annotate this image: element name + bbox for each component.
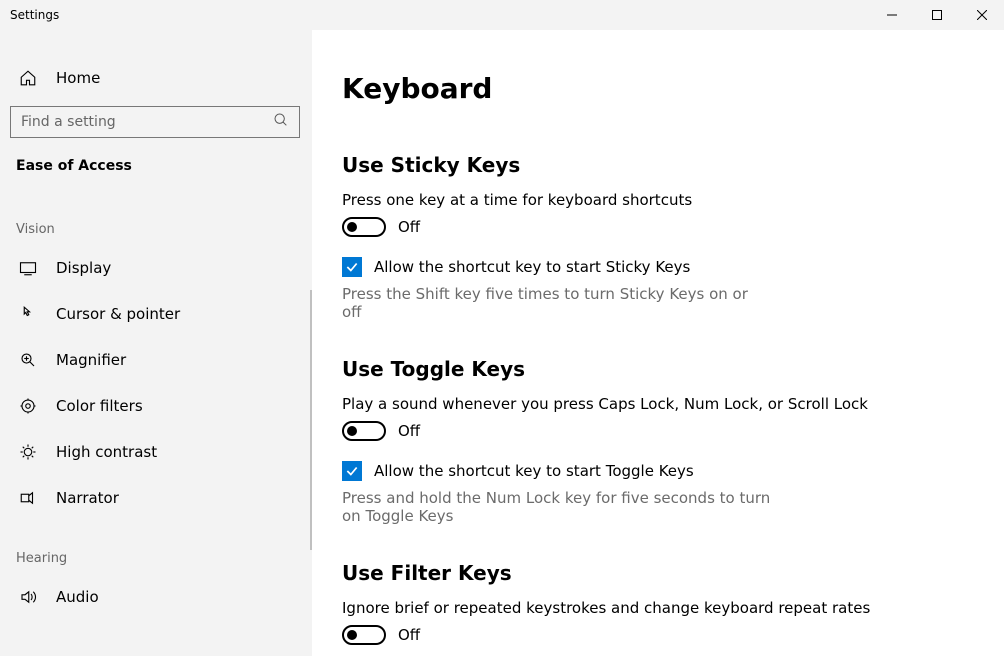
audio-icon (18, 588, 38, 606)
toggle-knob (347, 222, 357, 232)
window-title: Settings (10, 8, 59, 22)
cursor-pointer-icon (18, 305, 38, 323)
toggle-keys-heading: Use Toggle Keys (342, 357, 974, 381)
sidebar-item-narrator[interactable]: Narrator (0, 475, 312, 521)
toggle-knob (347, 426, 357, 436)
sidebar-item-label: Cursor & pointer (56, 305, 180, 323)
search-input[interactable] (21, 114, 273, 130)
minimize-icon (887, 10, 897, 20)
togglekeys-checkbox-label: Allow the shortcut key to start Toggle K… (374, 462, 694, 480)
group-hearing-label: Hearing (0, 521, 312, 574)
maximize-button[interactable] (914, 0, 959, 30)
toggle-knob (347, 630, 357, 640)
group-vision-label: Vision (0, 192, 312, 245)
display-icon (18, 259, 38, 277)
checkmark-icon (345, 260, 359, 274)
page-title: Keyboard (342, 72, 974, 105)
window-controls (869, 0, 1004, 30)
filter-keys-heading: Use Filter Keys (342, 561, 974, 585)
search-box[interactable] (10, 106, 300, 138)
sidebar-scrollbar[interactable] (310, 290, 312, 550)
sidebar-item-label: Narrator (56, 489, 119, 507)
close-icon (977, 10, 987, 20)
sidebar-item-colorfilters[interactable]: Color filters (0, 383, 312, 429)
toggle-keys-toggle[interactable] (342, 421, 386, 441)
sidebar-item-label: High contrast (56, 443, 157, 461)
sidebar-item-magnifier[interactable]: Magnifier (0, 337, 312, 383)
sidebar-item-audio[interactable]: Audio (0, 574, 312, 620)
togglekeys-toggle-state: Off (398, 422, 420, 440)
sidebar-item-cursor[interactable]: Cursor & pointer (0, 291, 312, 337)
home-nav[interactable]: Home (0, 58, 312, 98)
sidebar-item-display[interactable]: Display (0, 245, 312, 291)
content-area: Keyboard Use Sticky Keys Press one key a… (312, 30, 1004, 656)
togglekeys-hint: Press and hold the Num Lock key for five… (342, 489, 772, 525)
sidebar-item-label: Display (56, 259, 111, 277)
home-label: Home (56, 69, 100, 87)
maximize-icon (932, 10, 942, 20)
sidebar-item-label: Audio (56, 588, 99, 606)
sticky-shortcut-checkbox[interactable] (342, 257, 362, 277)
window-titlebar: Settings (0, 0, 1004, 30)
search-icon (273, 112, 289, 132)
narrator-icon (18, 489, 38, 507)
sticky-keys-heading: Use Sticky Keys (342, 153, 974, 177)
high-contrast-icon (18, 443, 38, 461)
filter-keys-toggle[interactable] (342, 625, 386, 645)
sidebar: Home Ease of Access Vision Display Curso… (0, 30, 312, 656)
sticky-hint: Press the Shift key five times to turn S… (342, 285, 772, 321)
sidebar-item-label: Magnifier (56, 351, 126, 369)
minimize-button[interactable] (869, 0, 914, 30)
sticky-checkbox-label: Allow the shortcut key to start Sticky K… (374, 258, 690, 276)
sidebar-item-label: Color filters (56, 397, 143, 415)
filter-toggle-state: Off (398, 626, 420, 644)
color-filters-icon (18, 397, 38, 415)
toggle-keys-desc: Play a sound whenever you press Caps Loc… (342, 395, 974, 413)
magnifier-icon (18, 351, 38, 369)
sticky-keys-desc: Press one key at a time for keyboard sho… (342, 191, 974, 209)
filter-keys-desc: Ignore brief or repeated keystrokes and … (342, 599, 974, 617)
checkmark-icon (345, 464, 359, 478)
category-label: Ease of Access (0, 138, 312, 192)
close-button[interactable] (959, 0, 1004, 30)
sidebar-item-highcontrast[interactable]: High contrast (0, 429, 312, 475)
home-icon (18, 69, 38, 87)
sticky-keys-toggle[interactable] (342, 217, 386, 237)
sticky-toggle-state: Off (398, 218, 420, 236)
togglekeys-shortcut-checkbox[interactable] (342, 461, 362, 481)
